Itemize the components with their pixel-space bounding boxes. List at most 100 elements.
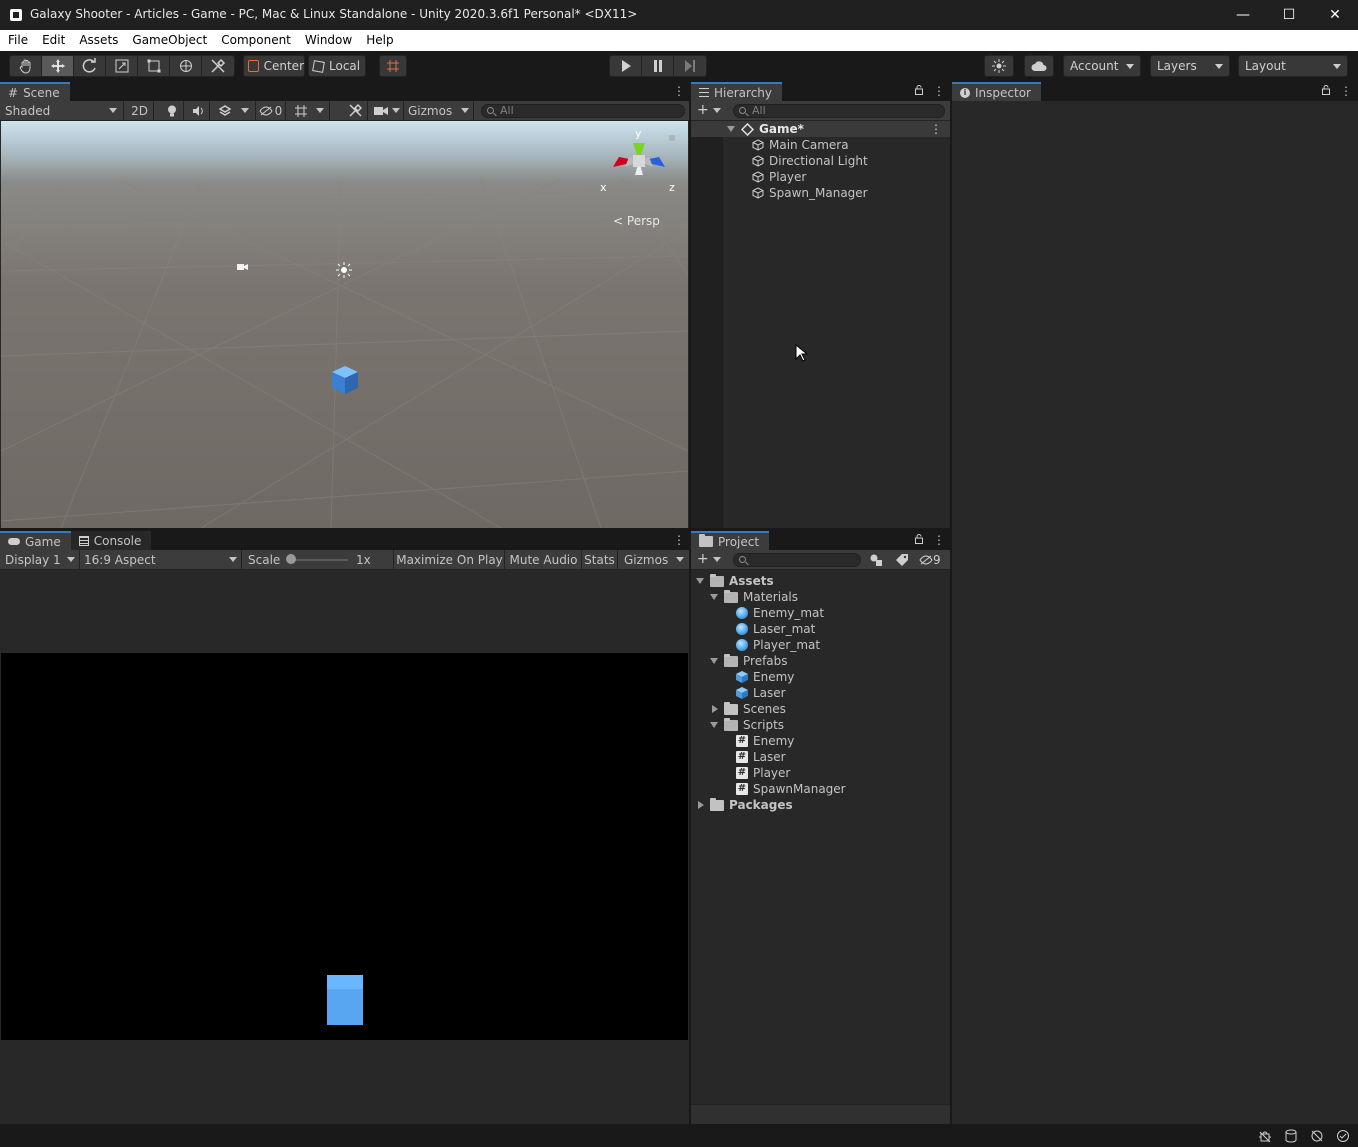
expand-arrow-icon[interactable]: [710, 658, 718, 664]
menu-component[interactable]: Component: [214, 30, 298, 51]
create-asset-button[interactable]: +: [697, 552, 721, 566]
scene-gizmos-dropdown[interactable]: Gizmos: [404, 101, 474, 120]
project-search-input[interactable]: [733, 553, 861, 567]
hand-tool-icon[interactable]: [10, 56, 42, 76]
hierarchy-item[interactable]: Main Camera: [691, 137, 950, 153]
tree-item-script[interactable]: # Laser: [736, 749, 786, 765]
custom-tool-icon[interactable]: [202, 56, 234, 76]
scene-menu-icon[interactable]: ⋮: [673, 85, 685, 97]
tree-item-scenes[interactable]: Scenes: [710, 701, 786, 717]
expand-arrow-icon[interactable]: [696, 578, 704, 584]
stats-toggle[interactable]: Stats: [582, 550, 618, 569]
game-gizmos-dropdown[interactable]: Gizmos: [618, 550, 688, 569]
tree-item-materials[interactable]: Materials: [710, 589, 798, 605]
auto-generate-lighting-icon[interactable]: [1310, 1129, 1324, 1143]
tab-inspector[interactable]: i Inspector: [952, 82, 1041, 101]
rect-tool-icon[interactable]: [138, 56, 170, 76]
menu-window[interactable]: Window: [298, 30, 359, 51]
hierarchy-item[interactable]: Directional Light: [691, 153, 950, 169]
mode-2d-toggle[interactable]: 2D: [126, 101, 154, 120]
project-menu-icon[interactable]: ⋮: [933, 534, 945, 546]
inspector-menu-icon[interactable]: ⋮: [1340, 85, 1352, 97]
scene-search-input[interactable]: All: [481, 104, 685, 118]
hidden-objects-toggle[interactable]: 0: [256, 101, 286, 120]
orientation-gizmo[interactable]: y x z: [597, 125, 677, 201]
effects-dropdown[interactable]: [212, 101, 256, 120]
menu-edit[interactable]: Edit: [35, 30, 72, 51]
tree-item-script[interactable]: # Player: [736, 765, 790, 781]
scene-viewport[interactable]: y x z < Persp: [1, 121, 688, 528]
minimize-button[interactable]: —: [1220, 0, 1266, 30]
tools-button[interactable]: [344, 101, 368, 120]
tree-item-prefab[interactable]: Laser: [736, 685, 786, 701]
tree-item-material[interactable]: Enemy_mat: [736, 605, 824, 621]
tree-item-assets[interactable]: Assets: [696, 573, 774, 589]
collapse-arrow-icon[interactable]: [712, 705, 718, 713]
menu-gameobject[interactable]: GameObject: [125, 30, 214, 51]
lighting-toggle[interactable]: [160, 101, 184, 120]
menu-assets[interactable]: Assets: [72, 30, 125, 51]
tab-scene[interactable]: # Scene: [0, 82, 70, 101]
transform-tool-icon[interactable]: [170, 56, 202, 76]
scale-slider-thumb[interactable]: [286, 554, 296, 564]
tree-item-material[interactable]: Player_mat: [736, 637, 820, 653]
player-cube-object[interactable]: [331, 365, 359, 395]
tree-item-packages[interactable]: Packages: [696, 797, 793, 813]
layers-dropdown[interactable]: Layers: [1150, 55, 1230, 77]
tree-item-material[interactable]: Laser_mat: [736, 621, 815, 637]
expand-arrow-icon[interactable]: [727, 126, 735, 132]
pause-button[interactable]: [642, 56, 674, 76]
maximize-button[interactable]: ☐: [1266, 0, 1312, 30]
hierarchy-search-input[interactable]: All: [733, 104, 945, 118]
expand-arrow-icon[interactable]: [710, 594, 718, 600]
grid-snap-button[interactable]: [379, 55, 407, 77]
scene-options-icon[interactable]: ⋮: [930, 122, 942, 136]
camera-dropdown[interactable]: [370, 101, 404, 120]
lock-icon[interactable]: [1322, 85, 1330, 95]
tab-project[interactable]: Project: [691, 531, 770, 550]
audio-toggle[interactable]: [186, 101, 210, 120]
shading-mode-dropdown[interactable]: Shaded: [0, 101, 124, 120]
grid-toggle-dropdown[interactable]: [288, 101, 330, 120]
search-by-label-button[interactable]: [895, 553, 909, 567]
tree-item-script[interactable]: # Enemy: [736, 733, 794, 749]
tree-item-prefab[interactable]: Enemy: [736, 669, 794, 685]
scene-root-row[interactable]: Game* ⋮: [691, 121, 950, 137]
search-by-type-button[interactable]: [869, 553, 883, 567]
aspect-dropdown[interactable]: 16:9 Aspect: [80, 550, 242, 569]
mute-audio-toggle[interactable]: Mute Audio: [506, 550, 582, 569]
cloud-button[interactable]: [1024, 55, 1054, 77]
tree-item-scripts[interactable]: Scripts: [710, 717, 784, 733]
tree-item-script[interactable]: # SpawnManager: [736, 781, 846, 797]
hidden-packages-toggle[interactable]: 9: [919, 553, 941, 567]
pivot-center-toggle[interactable]: Center: [243, 55, 305, 77]
display-dropdown[interactable]: Display 1: [0, 550, 80, 569]
scale-slider[interactable]: Scale 1x: [242, 550, 394, 569]
game-menu-icon[interactable]: ⋮: [673, 534, 685, 546]
hierarchy-menu-icon[interactable]: ⋮: [933, 85, 945, 97]
hierarchy-item[interactable]: Spawn_Manager: [691, 185, 950, 201]
tab-hierarchy[interactable]: Hierarchy: [691, 82, 783, 101]
progress-check-icon[interactable]: [1336, 1129, 1350, 1143]
tab-console[interactable]: Console: [70, 531, 152, 550]
tab-game[interactable]: Game: [0, 531, 71, 550]
pivot-local-toggle[interactable]: Local: [308, 55, 366, 77]
tree-item-prefabs[interactable]: Prefabs: [710, 653, 788, 669]
scale-tool-icon[interactable]: [106, 56, 138, 76]
add-object-button[interactable]: +: [697, 103, 721, 117]
move-tool-icon[interactable]: [42, 56, 74, 76]
maximize-on-play-toggle[interactable]: Maximize On Play: [395, 550, 505, 569]
collab-button[interactable]: [984, 55, 1014, 77]
collapse-arrow-icon[interactable]: [698, 801, 704, 809]
hierarchy-item[interactable]: Player: [691, 169, 950, 185]
cache-server-icon[interactable]: [1284, 1129, 1298, 1143]
lock-icon[interactable]: [915, 534, 923, 544]
game-viewport[interactable]: [1, 653, 688, 1040]
lock-icon[interactable]: [915, 85, 923, 95]
perspective-toggle[interactable]: < Persp: [613, 214, 660, 228]
scale-slider-track[interactable]: [290, 559, 348, 561]
menu-file[interactable]: File: [0, 30, 35, 51]
account-dropdown[interactable]: Account: [1063, 55, 1141, 77]
menu-help[interactable]: Help: [359, 30, 400, 51]
step-button[interactable]: [674, 56, 706, 76]
